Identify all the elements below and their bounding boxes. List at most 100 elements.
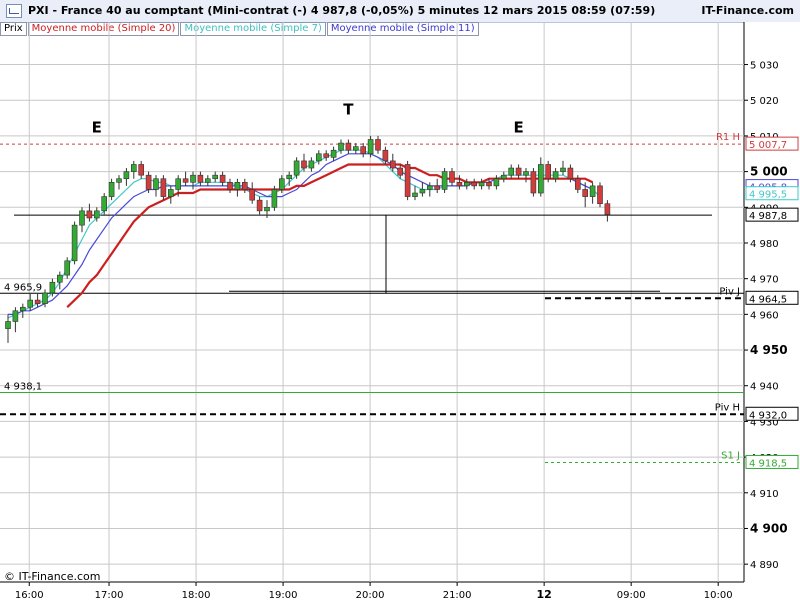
reference-line-label: 4 965,9 bbox=[4, 282, 42, 293]
candle-body bbox=[56, 274, 63, 283]
candle-body bbox=[574, 178, 581, 190]
candle-body bbox=[582, 189, 589, 197]
candle-body bbox=[552, 171, 559, 180]
candle-body bbox=[434, 185, 441, 190]
candle-body bbox=[293, 160, 300, 176]
pattern-annotation: E bbox=[513, 118, 523, 136]
candle-body bbox=[560, 167, 566, 172]
candle-body bbox=[123, 171, 130, 180]
candle-body bbox=[338, 142, 344, 151]
candle-body bbox=[537, 164, 544, 194]
x-tick-label: 18:00 bbox=[182, 590, 211, 600]
y-tick-label: 5 030 bbox=[750, 61, 779, 72]
y-tick-label: 4 970 bbox=[750, 275, 779, 286]
candle-body bbox=[382, 149, 389, 162]
candle-body bbox=[197, 174, 204, 183]
candle-body bbox=[190, 174, 196, 183]
candle-body bbox=[160, 178, 167, 197]
candle-body bbox=[101, 196, 107, 212]
candle-body bbox=[345, 142, 352, 151]
x-tick-label: 12 bbox=[536, 588, 551, 600]
y-tick-label: 4 940 bbox=[750, 382, 779, 393]
x-tick-label: 20:00 bbox=[356, 590, 385, 600]
price-chart[interactable]: 4 8904 9004 9104 9204 9304 9404 9504 960… bbox=[0, 22, 800, 600]
candle-body bbox=[5, 321, 11, 329]
pivot-level-value: 5 007,7 bbox=[749, 140, 787, 151]
candle-body bbox=[116, 178, 122, 183]
candle-body bbox=[500, 174, 507, 180]
candle-body bbox=[145, 174, 152, 190]
chart-title: PXI - France 40 au comptant (Mini-contra… bbox=[28, 4, 656, 17]
candle-body bbox=[515, 167, 522, 176]
candle-body bbox=[64, 260, 70, 276]
candle-body bbox=[397, 167, 404, 176]
candle-body bbox=[264, 206, 270, 212]
pivot-level-value: 4 932,0 bbox=[749, 410, 787, 421]
candle-body bbox=[108, 182, 115, 197]
candle-body bbox=[153, 178, 159, 190]
candle-body bbox=[175, 178, 181, 190]
candle-body bbox=[589, 185, 596, 197]
y-tick-label: 4 950 bbox=[750, 343, 788, 357]
candle-body bbox=[234, 182, 241, 190]
x-tick-label: 17:00 bbox=[95, 590, 124, 600]
y-tick-label: 5 000 bbox=[750, 165, 788, 179]
candle-body bbox=[352, 146, 359, 151]
pivot-level-name: R1 H bbox=[716, 132, 740, 143]
x-tick-label: 21:00 bbox=[443, 590, 472, 600]
x-tick-label: 10:00 bbox=[704, 590, 733, 600]
candle-body bbox=[94, 210, 100, 219]
candle-body bbox=[493, 178, 500, 187]
y-tick-label: 4 890 bbox=[750, 560, 779, 571]
candle-body bbox=[375, 139, 381, 151]
candle-body bbox=[19, 306, 26, 312]
candle-body bbox=[449, 171, 455, 183]
pivot-level-name: Piv H bbox=[715, 402, 740, 413]
candle-body bbox=[249, 189, 255, 201]
x-tick-label: 09:00 bbox=[617, 590, 646, 600]
candle-body bbox=[597, 185, 603, 205]
y-tick-label: 4 980 bbox=[750, 239, 779, 250]
candle-body bbox=[323, 153, 330, 158]
candle-body bbox=[49, 281, 56, 294]
pattern-annotation: E bbox=[92, 118, 102, 136]
y-tick-label: 5 020 bbox=[750, 96, 779, 107]
pattern-annotation: T bbox=[343, 101, 354, 119]
candle-body bbox=[545, 164, 552, 180]
brand-label: IT-Finance.com bbox=[701, 4, 794, 17]
candle-body bbox=[34, 299, 41, 304]
candle-body bbox=[131, 164, 137, 172]
candle-body bbox=[12, 310, 19, 322]
pivot-level-name: S1 J bbox=[721, 450, 740, 461]
candle-body bbox=[308, 160, 315, 169]
candle-body bbox=[367, 139, 374, 155]
candle-body bbox=[523, 171, 529, 176]
pivot-level-value: 4 964,5 bbox=[749, 294, 787, 305]
candle-body bbox=[301, 160, 307, 169]
chart-window-icon[interactable] bbox=[6, 4, 22, 18]
candle-body bbox=[205, 178, 211, 183]
candle-body bbox=[256, 199, 263, 212]
candle-body bbox=[86, 210, 93, 219]
candle-body bbox=[508, 167, 515, 176]
candle-body bbox=[219, 174, 226, 183]
candle-body bbox=[227, 182, 233, 190]
candle-body bbox=[530, 171, 537, 194]
candle-body bbox=[286, 174, 293, 180]
candle-body bbox=[567, 167, 574, 180]
candle-body bbox=[426, 185, 433, 190]
candle-body bbox=[182, 178, 189, 183]
candle-body bbox=[315, 153, 322, 162]
candle-body bbox=[463, 182, 470, 187]
window-titlebar: PXI - France 40 au comptant (Mini-contra… bbox=[0, 0, 800, 23]
pivot-level-value: 4 918,5 bbox=[749, 458, 787, 469]
candle-body bbox=[212, 174, 218, 180]
x-tick-label: 16:00 bbox=[15, 590, 44, 600]
candle-body bbox=[471, 182, 478, 187]
candle-body bbox=[330, 149, 337, 158]
candle-body bbox=[138, 164, 144, 176]
y-tick-label: 4 910 bbox=[750, 489, 779, 500]
y-tick-label: 4 960 bbox=[750, 310, 779, 321]
candle-body bbox=[404, 164, 411, 197]
candle-body bbox=[604, 203, 611, 215]
